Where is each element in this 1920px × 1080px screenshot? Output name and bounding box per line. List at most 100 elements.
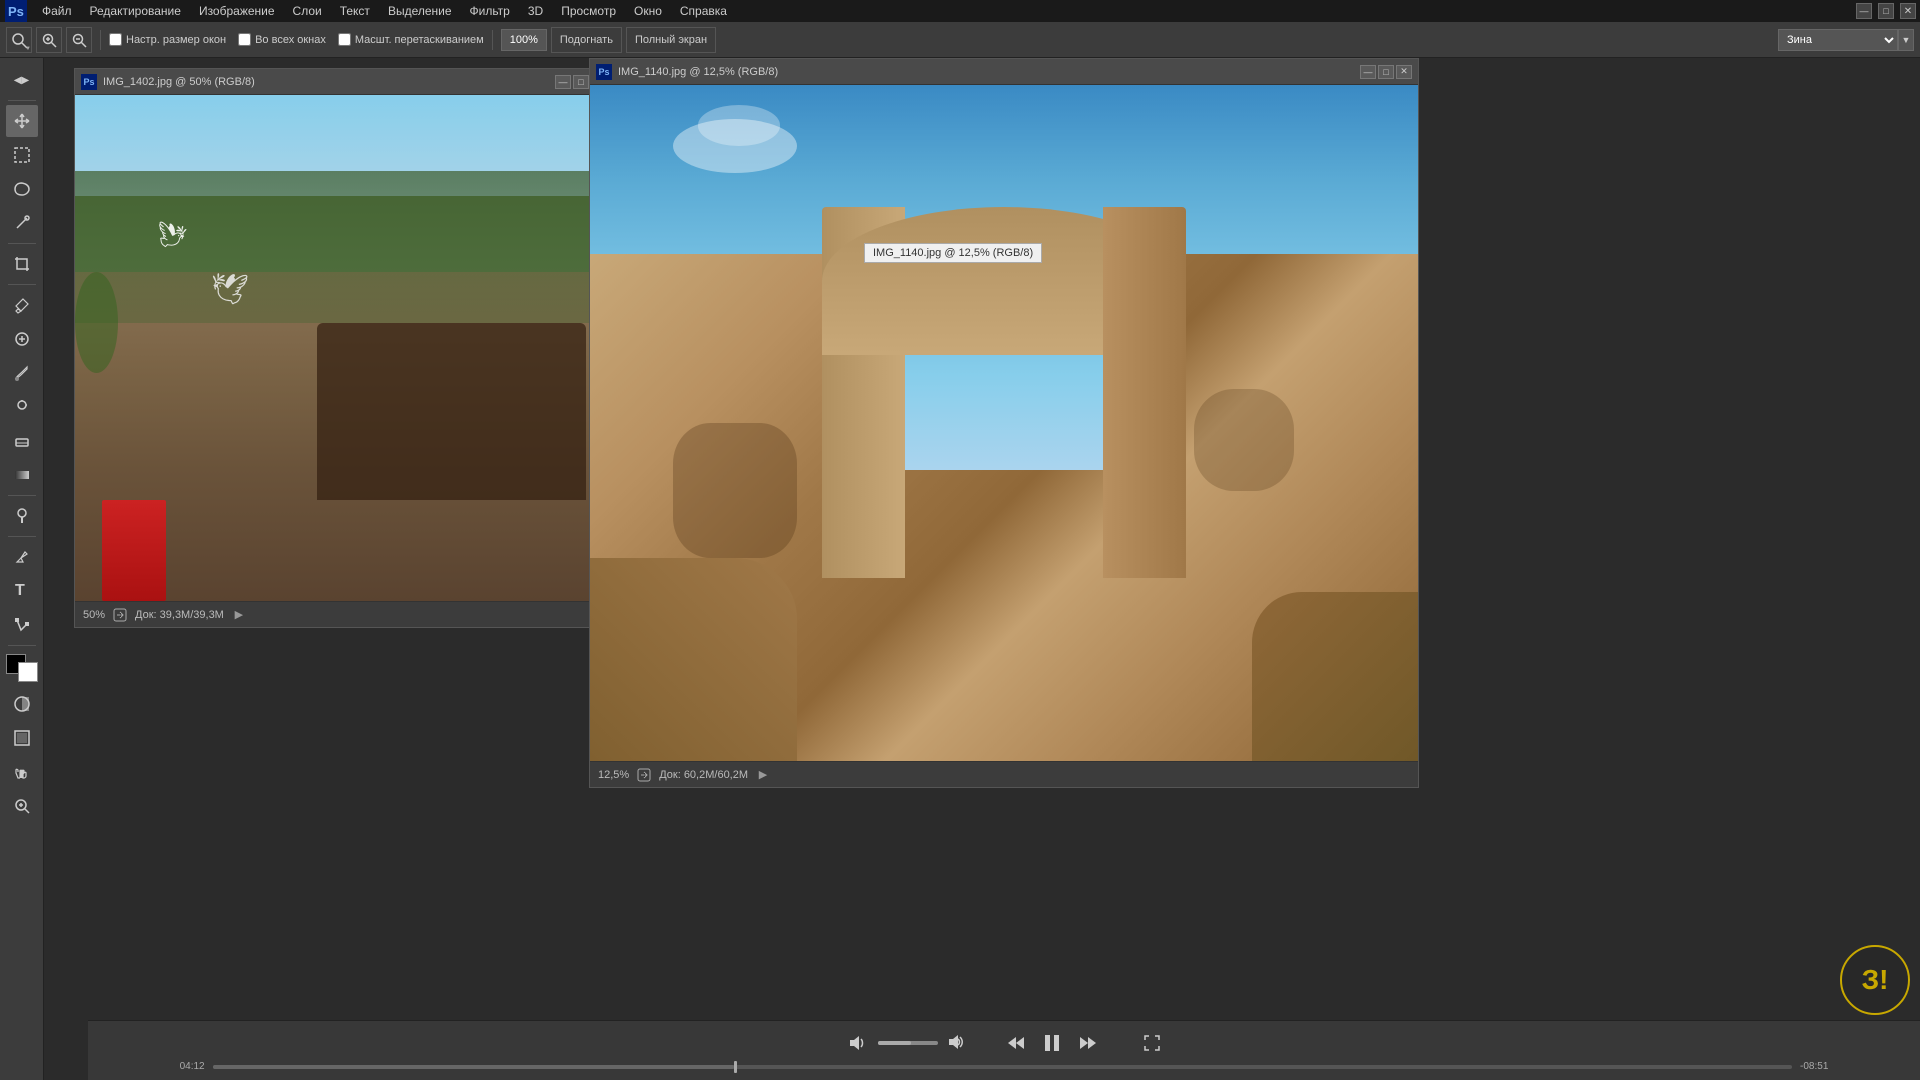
eraser-tool[interactable]: [6, 425, 38, 457]
doc-1-share-icon: [113, 608, 127, 622]
background-color[interactable]: [18, 662, 38, 682]
masht-checkbox[interactable]: [338, 33, 351, 46]
doc-1-maximize[interactable]: □: [573, 75, 589, 89]
crop-tool[interactable]: [6, 248, 38, 280]
canvas-area: Ps IMG_1402.jpg @ 50% (RGB/8) — □ ✕: [44, 58, 1920, 1080]
doc-1-statusbar: 50% Док: 39,3М/39,3М ▶: [75, 601, 613, 627]
gradient-tool[interactable]: [6, 459, 38, 491]
lasso-tool[interactable]: [6, 173, 38, 205]
doc-1-arrow[interactable]: ▶: [232, 608, 246, 622]
zoom-in-button[interactable]: [36, 27, 62, 53]
masht-checkbox-label[interactable]: Масшт. перетаскиванием: [338, 33, 484, 46]
tools-panel: ◀▶: [0, 58, 44, 1080]
menu-select[interactable]: Выделение: [380, 2, 460, 20]
doc-1-ps-icon: Ps: [81, 74, 97, 90]
separator2: [492, 30, 493, 50]
resize-icon[interactable]: [1138, 1029, 1166, 1057]
zoom-level-display: 100%: [501, 29, 547, 51]
svg-text:Ps: Ps: [8, 4, 24, 19]
pigeon-1: 🕊: [153, 219, 188, 253]
volume-slider[interactable]: [878, 1041, 938, 1045]
doc-2-title: IMG_1140.jpg @ 12,5% (RGB/8): [618, 66, 1354, 78]
doc-1-title: IMG_1402.jpg @ 50% (RGB/8): [103, 76, 549, 88]
toolbar-right: Зина ▼: [1778, 29, 1914, 51]
doc-2-statusbar: 12,5% Док: 60,2М/60,2М ▶: [590, 761, 1418, 787]
tool-separator3: [8, 284, 36, 285]
brush-tool[interactable]: [6, 357, 38, 389]
screen-mode-button[interactable]: [6, 722, 38, 754]
rewind-button[interactable]: [1002, 1029, 1030, 1057]
doc-1-canvas: 🕊 🕊: [75, 95, 613, 601]
dropdown-arrow-icon[interactable]: ▼: [1898, 29, 1914, 51]
doc-2-share-icon: [637, 768, 651, 782]
menu-help[interactable]: Справка: [672, 2, 735, 20]
toolbar: ▼ Настр. размер окон Во всех окнах Масшт…: [0, 22, 1920, 58]
doc-2-controls: — □ ✕: [1360, 65, 1412, 79]
menu-file[interactable]: Файл: [34, 2, 80, 20]
menu-text[interactable]: Текст: [332, 2, 378, 20]
doc-2-ps-icon: Ps: [596, 64, 612, 80]
doc-2-info: Док: 60,2М/60,2М: [659, 769, 748, 781]
menu-view[interactable]: Просмотр: [553, 2, 624, 20]
svg-text:T: T: [15, 582, 25, 598]
menu-edit[interactable]: Редактирование: [82, 2, 189, 20]
time-current: 04:12: [180, 1061, 205, 1072]
tool-separator6: [8, 645, 36, 646]
volume-icon[interactable]: [842, 1029, 870, 1057]
menu-window[interactable]: Окно: [626, 2, 670, 20]
doc-2-minimize[interactable]: —: [1360, 65, 1376, 79]
zoom-tool-button[interactable]: ▼: [6, 27, 32, 53]
menu-layers[interactable]: Слои: [285, 2, 330, 20]
doc-1-titlebar[interactable]: Ps IMG_1402.jpg @ 50% (RGB/8) — □ ✕: [75, 69, 613, 95]
doc-2-close[interactable]: ✕: [1396, 65, 1412, 79]
zoom-out-button[interactable]: [66, 27, 92, 53]
color-swatches[interactable]: [6, 654, 38, 682]
clone-tool[interactable]: [6, 391, 38, 423]
doc-2-arrow[interactable]: ▶: [756, 768, 770, 782]
document-window-1: Ps IMG_1402.jpg @ 50% (RGB/8) — □ ✕: [74, 68, 614, 628]
fit-button[interactable]: Подогнать: [551, 27, 622, 53]
quick-mask-button[interactable]: [6, 688, 38, 720]
menu-image[interactable]: Изображение: [191, 2, 283, 20]
text-tool[interactable]: T: [6, 575, 38, 607]
hand-tool[interactable]: [6, 756, 38, 788]
menu-filter[interactable]: Фильтр: [462, 2, 518, 20]
zina-watermark: З!: [1840, 945, 1910, 1015]
timeline-track[interactable]: [213, 1065, 1792, 1069]
doc-1-info: Док: 39,3М/39,3М: [135, 609, 224, 621]
main-area: ◀▶: [0, 58, 1920, 1080]
video-timeline: 04:12 -08:51: [180, 1061, 1829, 1072]
close-button[interactable]: ✕: [1900, 3, 1916, 19]
pen-tool[interactable]: [6, 541, 38, 573]
user-dropdown[interactable]: Зина: [1778, 29, 1898, 51]
path-tool[interactable]: [6, 609, 38, 641]
doc-2-canvas: [590, 85, 1418, 761]
move-tool[interactable]: [6, 105, 38, 137]
marquee-tool[interactable]: [6, 139, 38, 171]
doc-1-minimize[interactable]: —: [555, 75, 571, 89]
zoom-tool[interactable]: [6, 790, 38, 822]
vsekh-checkbox-label[interactable]: Во всех окнах: [238, 33, 326, 46]
doc-2-titlebar[interactable]: Ps IMG_1140.jpg @ 12,5% (RGB/8) — □ ✕: [590, 59, 1418, 85]
app-logo: Ps: [4, 0, 28, 22]
fullscreen-button[interactable]: Полный экран: [626, 27, 716, 53]
menu-3d[interactable]: 3D: [520, 2, 551, 20]
forward-button[interactable]: [1074, 1029, 1102, 1057]
eyedropper-tool[interactable]: [6, 289, 38, 321]
heal-tool[interactable]: [6, 323, 38, 355]
wand-tool[interactable]: [6, 207, 38, 239]
separator: [100, 30, 101, 50]
pigeon-2: 🕊: [208, 271, 249, 309]
time-remaining: -08:51: [1800, 1061, 1828, 1072]
tools-expand-button[interactable]: ◀▶: [6, 64, 38, 96]
pause-button[interactable]: [1038, 1029, 1066, 1057]
minimize-button[interactable]: —: [1856, 3, 1872, 19]
dodge-tool[interactable]: [6, 500, 38, 532]
tool-separator2: [8, 243, 36, 244]
doc-2-maximize[interactable]: □: [1378, 65, 1394, 79]
nastr-checkbox-label[interactable]: Настр. размер окон: [109, 33, 226, 46]
vsekh-checkbox[interactable]: [238, 33, 251, 46]
nastr-checkbox[interactable]: [109, 33, 122, 46]
tool-separator4: [8, 495, 36, 496]
maximize-button[interactable]: □: [1878, 3, 1894, 19]
